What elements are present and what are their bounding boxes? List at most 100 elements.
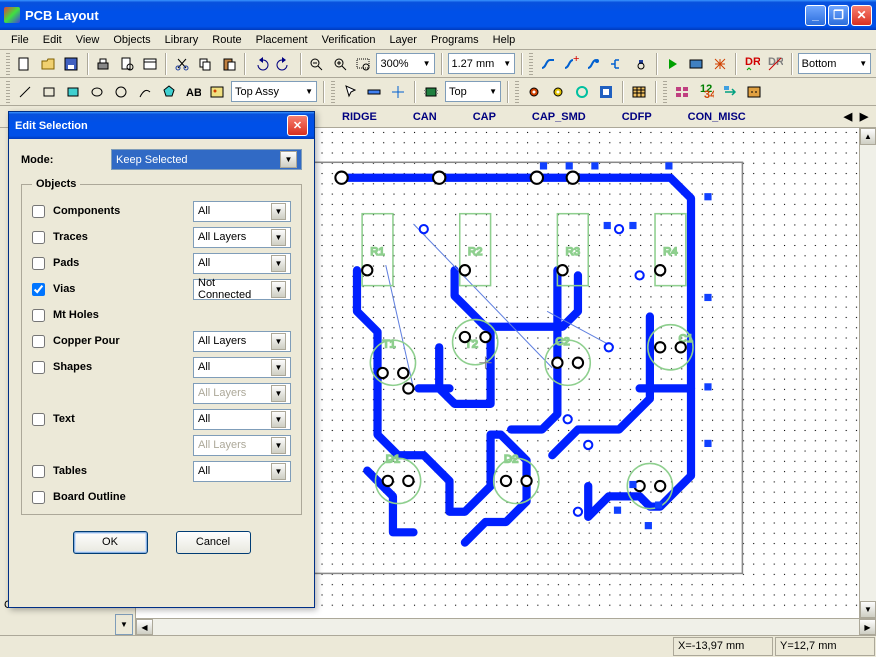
ratsnest-button[interactable] — [709, 53, 730, 75]
close-button[interactable]: ✕ — [851, 5, 872, 26]
titles-button[interactable] — [139, 53, 160, 75]
shapes-combo[interactable]: All▼ — [193, 357, 291, 378]
route-fanout-button[interactable] — [607, 53, 628, 75]
cancel-button[interactable]: Cancel — [176, 531, 251, 554]
table-tool[interactable] — [628, 81, 650, 103]
mtholes-checkbox[interactable] — [32, 309, 45, 322]
circle-tool[interactable] — [110, 81, 132, 103]
zoom-window-button[interactable] — [352, 53, 373, 75]
pads-combo[interactable]: All▼ — [193, 253, 291, 274]
route-settings-button[interactable] — [630, 53, 651, 75]
ok-button[interactable]: OK — [73, 531, 148, 554]
back-annotate-button[interactable] — [719, 81, 741, 103]
comp-can[interactable]: CAN — [395, 109, 455, 125]
horizontal-scrollbar[interactable]: ◀▶ — [136, 618, 876, 635]
comp-cap-smd[interactable]: CAP_SMD — [514, 109, 604, 125]
drc-on-button[interactable]: DRC — [741, 53, 762, 75]
comp-cdfp[interactable]: CDFP — [604, 109, 670, 125]
zoom-out-button[interactable] — [306, 53, 327, 75]
comp-ridge[interactable]: RIDGE — [324, 109, 395, 125]
menu-library[interactable]: Library — [158, 32, 206, 48]
measure-tool[interactable] — [363, 81, 385, 103]
comp-con-misc[interactable]: CON_MISC — [670, 109, 764, 125]
zoom-in-button[interactable] — [329, 53, 350, 75]
dialog-close-button[interactable]: ✕ — [287, 115, 308, 136]
mode-combo[interactable]: Keep Selected▼ — [111, 149, 302, 170]
toolbar-grip[interactable] — [331, 81, 335, 103]
schematic-button[interactable] — [743, 81, 765, 103]
comp-next-button[interactable]: ▶ — [856, 110, 872, 123]
rect-tool[interactable] — [38, 81, 60, 103]
boardoutline-checkbox[interactable] — [32, 491, 45, 504]
menu-route[interactable]: Route — [205, 32, 248, 48]
paste-button[interactable] — [218, 53, 239, 75]
ellipse-tool[interactable] — [86, 81, 108, 103]
components-combo[interactable]: All▼ — [193, 201, 291, 222]
vertical-scrollbar[interactable]: ▲ ▼ — [859, 128, 876, 618]
via-tool[interactable] — [547, 81, 569, 103]
traces-combo[interactable]: All Layers▼ — [193, 227, 291, 248]
assy-combo[interactable]: Top Assy▼ — [231, 81, 317, 102]
arc-tool[interactable] — [134, 81, 156, 103]
text-checkbox[interactable] — [32, 413, 45, 426]
side-combo[interactable]: Top▼ — [445, 81, 501, 102]
grid-combo[interactable]: 1.27 mm▼ — [448, 53, 516, 74]
toolbar-grip[interactable] — [6, 81, 10, 103]
filled-rect-tool[interactable] — [62, 81, 84, 103]
text-tool[interactable]: ABC — [182, 81, 204, 103]
renumber-button[interactable]: 1234 — [695, 81, 717, 103]
minimize-button[interactable]: _ — [805, 5, 826, 26]
toolbar-grip[interactable] — [515, 81, 519, 103]
run-button[interactable] — [662, 53, 683, 75]
dialog-titlebar[interactable]: Edit Selection ✕ — [9, 112, 314, 139]
undo-button[interactable] — [250, 53, 271, 75]
panel-combo[interactable]: ▼ — [115, 614, 133, 635]
layer-combo[interactable]: Bottom▼ — [798, 53, 872, 74]
traces-checkbox[interactable] — [32, 231, 45, 244]
copy-button[interactable] — [195, 53, 216, 75]
toolbar-grip[interactable] — [529, 53, 533, 75]
menu-placement[interactable]: Placement — [249, 32, 315, 48]
tables-combo[interactable]: All▼ — [193, 461, 291, 482]
pad-tool[interactable] — [523, 81, 545, 103]
menu-layer[interactable]: Layer — [382, 32, 424, 48]
menu-view[interactable]: View — [69, 32, 107, 48]
component-tool[interactable] — [420, 81, 442, 103]
pads-checkbox[interactable] — [32, 257, 45, 270]
image-tool[interactable] — [206, 81, 228, 103]
text-combo[interactable]: All▼ — [193, 409, 291, 430]
open-button[interactable] — [37, 53, 58, 75]
comp-prev-button[interactable]: ◀ — [840, 110, 856, 123]
menu-edit[interactable]: Edit — [36, 32, 69, 48]
polygon-tool[interactable] — [158, 81, 180, 103]
route-manual-button[interactable] — [537, 53, 558, 75]
vias-checkbox[interactable] — [32, 283, 45, 296]
origin-tool[interactable] — [387, 81, 409, 103]
save-button[interactable] — [60, 53, 81, 75]
text-layer-combo[interactable]: All Layers▼ — [193, 435, 291, 456]
route-add-button[interactable]: + — [560, 53, 581, 75]
tables-checkbox[interactable] — [32, 465, 45, 478]
route-edit-button[interactable] — [584, 53, 605, 75]
copperpour-checkbox[interactable] — [32, 335, 45, 348]
comp-cap[interactable]: CAP — [455, 109, 514, 125]
menu-programs[interactable]: Programs — [424, 32, 486, 48]
copperpour-combo[interactable]: All Layers▼ — [193, 331, 291, 352]
toolbar-grip[interactable] — [663, 81, 667, 103]
mthole-tool[interactable] — [571, 81, 593, 103]
redo-button[interactable] — [273, 53, 294, 75]
menu-verification[interactable]: Verification — [315, 32, 383, 48]
shapes-layer-combo[interactable]: All Layers▼ — [193, 383, 291, 404]
vias-combo[interactable]: Not Connected▼ — [193, 279, 291, 300]
components-checkbox[interactable] — [32, 205, 45, 218]
menu-help[interactable]: Help — [486, 32, 523, 48]
panelize-button[interactable] — [671, 81, 693, 103]
menu-file[interactable]: File — [4, 32, 36, 48]
toolbar-grip[interactable] — [6, 53, 10, 75]
menu-objects[interactable]: Objects — [106, 32, 157, 48]
select-tool[interactable] — [339, 81, 361, 103]
zoom-combo[interactable]: 300%▼ — [376, 53, 434, 74]
copper-pour-tool[interactable] — [595, 81, 617, 103]
autorouter-button[interactable] — [686, 53, 707, 75]
print-button[interactable] — [93, 53, 114, 75]
